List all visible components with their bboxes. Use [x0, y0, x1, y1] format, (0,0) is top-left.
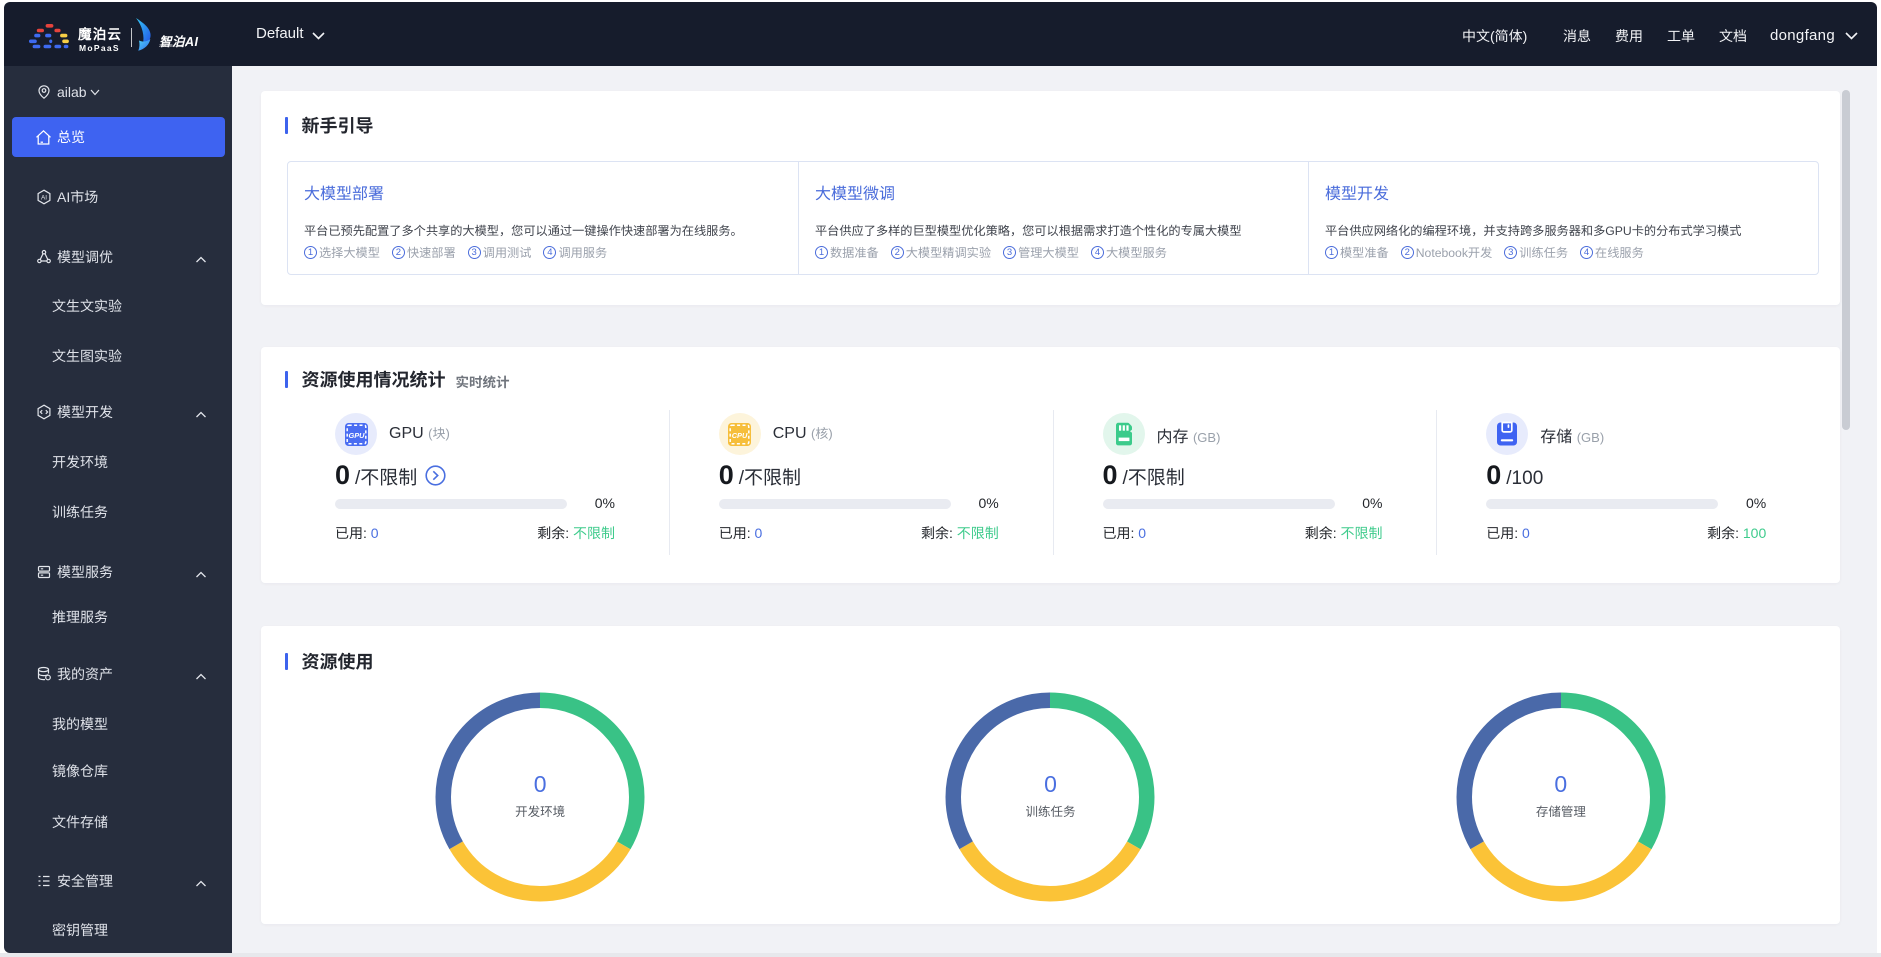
- svg-text:CPU: CPU: [732, 430, 748, 439]
- svg-text:AI: AI: [41, 195, 47, 202]
- svg-text:GPU: GPU: [348, 430, 365, 439]
